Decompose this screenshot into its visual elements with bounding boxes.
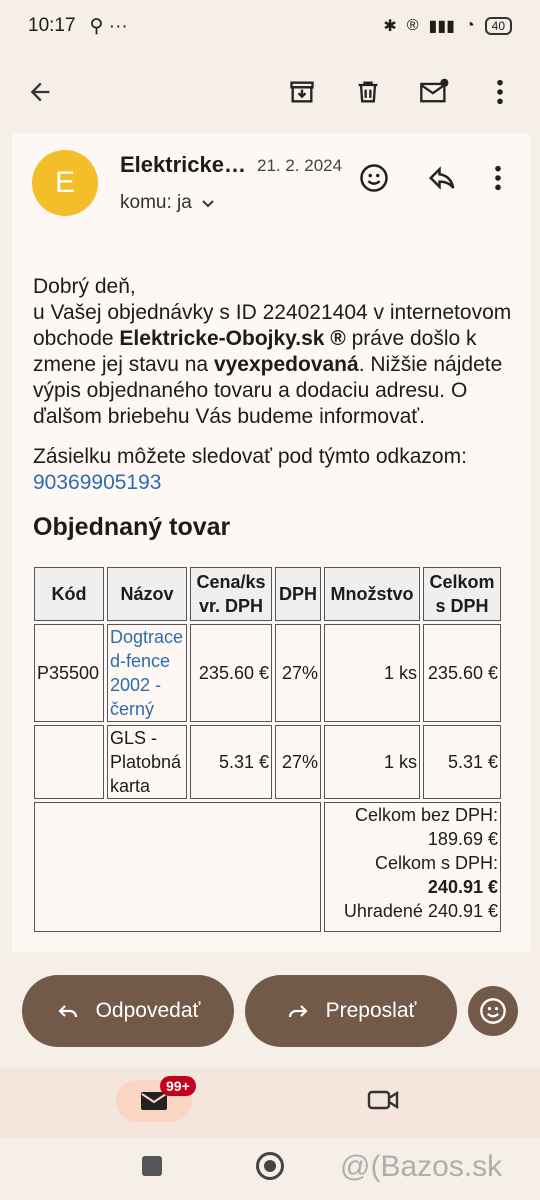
tracking-link[interactable]: 90369905193 (33, 471, 161, 494)
battery-icon: 40 (484, 17, 512, 35)
row-qty: 1 ks (324, 624, 420, 722)
reply-icon[interactable] (422, 158, 462, 198)
row-total: 235.60 € (423, 624, 501, 722)
message-paragraph: Dobrý deň, u Vašej objednávky s ID 22402… (33, 274, 513, 430)
row-total: 5.31 € (423, 725, 501, 799)
summary-empty-cell (34, 802, 321, 932)
signal-icon: ▮▮▮ (428, 18, 455, 35)
status-time: 10:17 (28, 15, 76, 36)
emoji-icon (480, 998, 506, 1024)
sender-name[interactable]: Elektricke-Obojky.sk (120, 152, 250, 178)
row-price: 235.60 € (190, 624, 272, 722)
row-qty: 1 ks (324, 725, 420, 799)
total-no-vat-value: 189.69 € (427, 829, 498, 849)
header-total: Celkom s DPH (423, 567, 501, 621)
shop-name: Elektricke-Obojky.sk ® (119, 327, 346, 350)
wifi-icon: ◔ (464, 17, 475, 34)
row-code: P35500 (34, 624, 104, 722)
tracking-paragraph: Zásielku môžete sledovať pod týmto odkaz… (33, 444, 513, 496)
system-navigation: @(Bazos.sk (0, 1138, 540, 1200)
recent-apps-button[interactable] (142, 1156, 162, 1176)
home-button[interactable] (256, 1152, 284, 1180)
table-summary-row: Celkom bez DPH: 189.69 € Celkom s DPH: 2… (34, 802, 501, 932)
react-emoji-button[interactable] (468, 986, 518, 1036)
status-extra-icons: ⚲ ··· (89, 15, 128, 37)
row-name: GLS - Platobná karta (107, 725, 187, 799)
header-qty: Množstvo (324, 567, 420, 621)
bluetooth-icon: ✱ (383, 18, 397, 35)
recipients-label: komu: ja (120, 192, 192, 213)
greeting-text: Dobrý deň, (33, 275, 136, 298)
header-name: Názov (107, 567, 187, 621)
total-with-vat-value: 240.91 € (427, 877, 498, 897)
message-more-icon[interactable] (478, 158, 518, 198)
archive-icon[interactable] (282, 72, 322, 112)
unread-badge: 99+ (160, 1076, 196, 1096)
video-camera-icon (367, 1090, 399, 1110)
row-vat: 27% (275, 725, 321, 799)
message-card: E Elektricke-Obojky.sk 21. 2. 2024 komu:… (12, 134, 530, 952)
table-row: GLS - Platobná karta 5.31 € 27% 1 ks 5.3… (34, 725, 501, 799)
header-vat: DPH (275, 567, 321, 621)
forward-button-label: Preposlať (325, 999, 417, 1022)
row-price: 5.31 € (190, 725, 272, 799)
bottom-navigation: 99+ (0, 1068, 540, 1138)
section-title: Objednaný tovar (33, 513, 231, 541)
app-bar (0, 52, 540, 132)
message-actions: Odpovedať Preposlať (0, 975, 540, 1047)
total-no-vat-label: Celkom bez DPH: (354, 805, 498, 825)
row-name-link[interactable]: Dogtrace d-fence 2002 - černý (107, 624, 187, 722)
mark-unread-icon[interactable] (414, 72, 454, 112)
header-code: Kód (34, 567, 104, 621)
summary-cell: Celkom bez DPH: 189.69 € Celkom s DPH: 2… (324, 802, 501, 932)
forward-button[interactable]: Preposlať (245, 975, 457, 1047)
table-header-row: Kód Názov Cena/ks vr. DPH DPH Množstvo C… (34, 567, 501, 621)
header-price: Cena/ks vr. DPH (190, 567, 272, 621)
status-bar: 10:17 ⚲ ··· ✱ ® ▮▮▮ ◔ 40 (0, 0, 540, 52)
table-row: P35500 Dogtrace d-fence 2002 - černý 235… (34, 624, 501, 722)
message-date: 21. 2. 2024 (257, 156, 343, 175)
reply-arrow-icon (58, 1005, 77, 1018)
row-vat: 27% (275, 624, 321, 722)
reply-button[interactable]: Odpovedať (22, 975, 234, 1047)
watermark: @(Bazos.sk (340, 1150, 503, 1183)
order-table: Kód Názov Cena/ks vr. DPH DPH Množstvo C… (31, 564, 504, 935)
forward-arrow-icon (288, 1005, 308, 1018)
recipients-toggle[interactable]: komu: ja (120, 192, 216, 214)
registered-icon: ® (406, 17, 419, 34)
message-body: Dobrý deň, u Vašej objednávky s ID 22402… (33, 274, 513, 935)
row-code (34, 725, 104, 799)
total-with-vat-label: Celkom s DPH: (374, 853, 498, 873)
chevron-down-icon (202, 200, 214, 208)
avatar[interactable]: E (32, 150, 98, 216)
order-status: vyexpedovaná (213, 353, 359, 376)
reply-button-label: Odpovedať (95, 999, 201, 1022)
emoji-react-icon[interactable] (354, 158, 394, 198)
message-header: E Elektricke-Obojky.sk 21. 2. 2024 komu:… (12, 148, 530, 228)
paid-amount: Uhradené 240.91 € (343, 901, 498, 921)
back-arrow-icon[interactable] (20, 72, 60, 112)
more-vert-icon[interactable] (480, 72, 520, 112)
nav-meet-tab[interactable] (366, 1086, 400, 1119)
tracking-text: Zásielku môžete sledovať pod týmto odkaz… (33, 445, 467, 468)
delete-icon[interactable] (348, 72, 388, 112)
